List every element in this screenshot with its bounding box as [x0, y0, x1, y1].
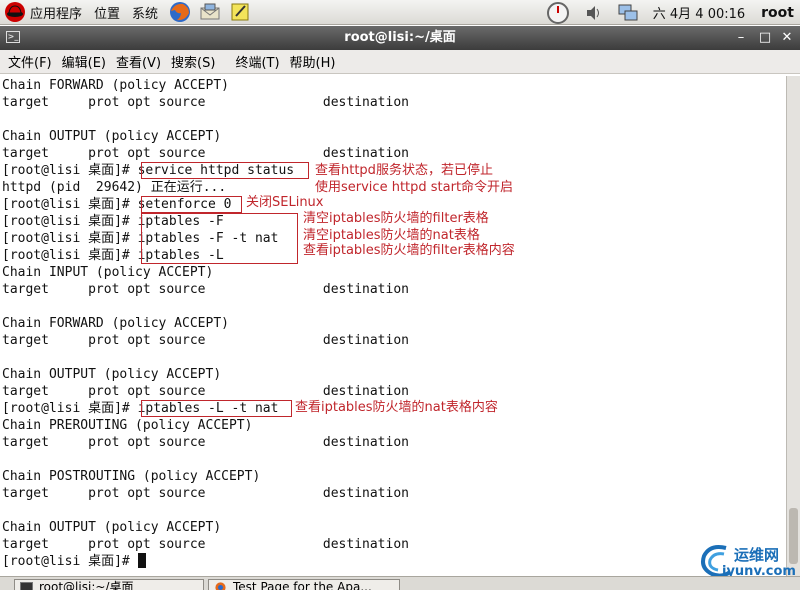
terminal-line: Chain OUTPUT (policy ACCEPT) [2, 367, 222, 382]
highlight-box [141, 162, 309, 179]
terminal-icon [20, 582, 33, 590]
taskbar-item-label: root@lisi:~/桌面 [39, 580, 134, 590]
menu-system-label: 系统 [132, 6, 159, 22]
close-icon[interactable]: ✕ [778, 29, 796, 47]
clock[interactable]: 六 4月 4 00:16 [653, 3, 745, 22]
terminal-line: Chain PREROUTING (policy ACCEPT) [2, 418, 253, 433]
menu-view[interactable]: 查看(V) [116, 52, 161, 71]
terminal-line: Chain FORWARD (policy ACCEPT) [2, 316, 229, 331]
terminal-prompt-line: [root@lisi 桌面]# [2, 553, 146, 570]
volume-icon[interactable] [585, 4, 603, 22]
user-menu[interactable]: root [761, 5, 794, 21]
redhat-icon [5, 2, 25, 22]
annotation: 查看iptables防火墙的filter表格内容 [303, 243, 515, 258]
annotation: 关闭SELinux [246, 195, 324, 210]
taskbar-item-terminal[interactable]: root@lisi:~/桌面 [14, 579, 204, 590]
terminal-line: target prot opt source destination [2, 537, 409, 552]
terminal-prompt: [root@lisi 桌面]# [2, 554, 138, 569]
annotation: 查看iptables防火墙的nat表格内容 [295, 400, 498, 415]
annotation: 使用service httpd start命令开启 [315, 180, 514, 195]
taskbar-item-browser[interactable]: Test Page for the Apa... [208, 579, 400, 590]
terminal-scrollbar[interactable] [786, 76, 800, 576]
terminal-line: Chain OUTPUT (policy ACCEPT) [2, 129, 222, 144]
terminal-line: target prot opt source destination [2, 146, 409, 161]
menubar: 文件(F) 编辑(E) 查看(V) 搜索(S) 终端(T) 帮助(H) [0, 50, 800, 74]
firefox-icon [215, 582, 226, 590]
text-cursor [137, 553, 146, 568]
terminal-line: target prot opt source destination [2, 333, 409, 348]
terminal-output[interactable]: Chain FORWARD (policy ACCEPT) target pro… [0, 76, 786, 576]
menu-system[interactable]: 系统 [124, 0, 162, 25]
notes-icon[interactable] [228, 0, 252, 24]
bottom-taskbar: root@lisi:~/桌面 Test Page for the Apa... [0, 576, 800, 590]
top-panel: 应用程序 位置 系统 六 4月 4 00:16 root [0, 0, 800, 25]
annotation: 查看httpd服务状态，若已停止 [315, 163, 493, 178]
terminal-line: target prot opt source destination [2, 435, 409, 450]
window-titlebar[interactable]: >_ root@lisi:~/桌面 – □ ✕ [0, 26, 800, 50]
terminal-line: Chain OUTPUT (policy ACCEPT) [2, 520, 222, 535]
applications-menu[interactable]: 应用程序 [0, 0, 86, 25]
maximize-icon[interactable]: □ [756, 29, 774, 47]
highlight-box [141, 400, 292, 417]
annotation: 清空iptables防火墙的filter表格 [303, 211, 489, 226]
menu-file[interactable]: 文件(F) [8, 52, 52, 71]
terminal-line: target prot opt source destination [2, 486, 409, 501]
mail-icon[interactable] [198, 0, 222, 24]
terminal-line: Chain INPUT (policy ACCEPT) [2, 265, 214, 280]
terminal-line: httpd (pid 29642) 正在运行... [2, 180, 227, 195]
terminal-line: target prot opt source destination [2, 282, 409, 297]
terminal-line: Chain POSTROUTING (policy ACCEPT) [2, 469, 261, 484]
menu-applications: 应用程序 [30, 6, 83, 22]
terminal-line: target prot opt source destination [2, 384, 409, 399]
watermark-text: 运维网 [734, 546, 780, 564]
window-title: root@lisi:~/桌面 [344, 30, 456, 45]
watermark-logo: 运维网 iyunv.com [696, 542, 800, 580]
terminal-line: Chain FORWARD (policy ACCEPT) [2, 78, 229, 93]
menu-help[interactable]: 帮助(H) [290, 52, 336, 71]
terminal-line: target prot opt source destination [2, 95, 409, 110]
highlight-box [141, 196, 242, 213]
menu-terminal[interactable]: 终端(T) [235, 52, 279, 71]
menu-edit[interactable]: 编辑(E) [62, 52, 106, 71]
menu-places-label: 位置 [94, 6, 121, 22]
menu-search[interactable]: 搜索(S) [171, 52, 215, 71]
network-icon[interactable] [617, 3, 639, 23]
highlight-box [141, 213, 298, 264]
minimize-icon[interactable]: – [732, 29, 750, 47]
firefox-icon[interactable] [168, 0, 192, 24]
update-icon[interactable] [545, 1, 571, 25]
system-tray: 六 4月 4 00:16 root [545, 0, 800, 25]
menu-places[interactable]: 位置 [86, 0, 124, 25]
taskbar-item-label: Test Page for the Apa... [233, 580, 372, 590]
terminal-window-icon[interactable]: >_ [6, 31, 20, 43]
